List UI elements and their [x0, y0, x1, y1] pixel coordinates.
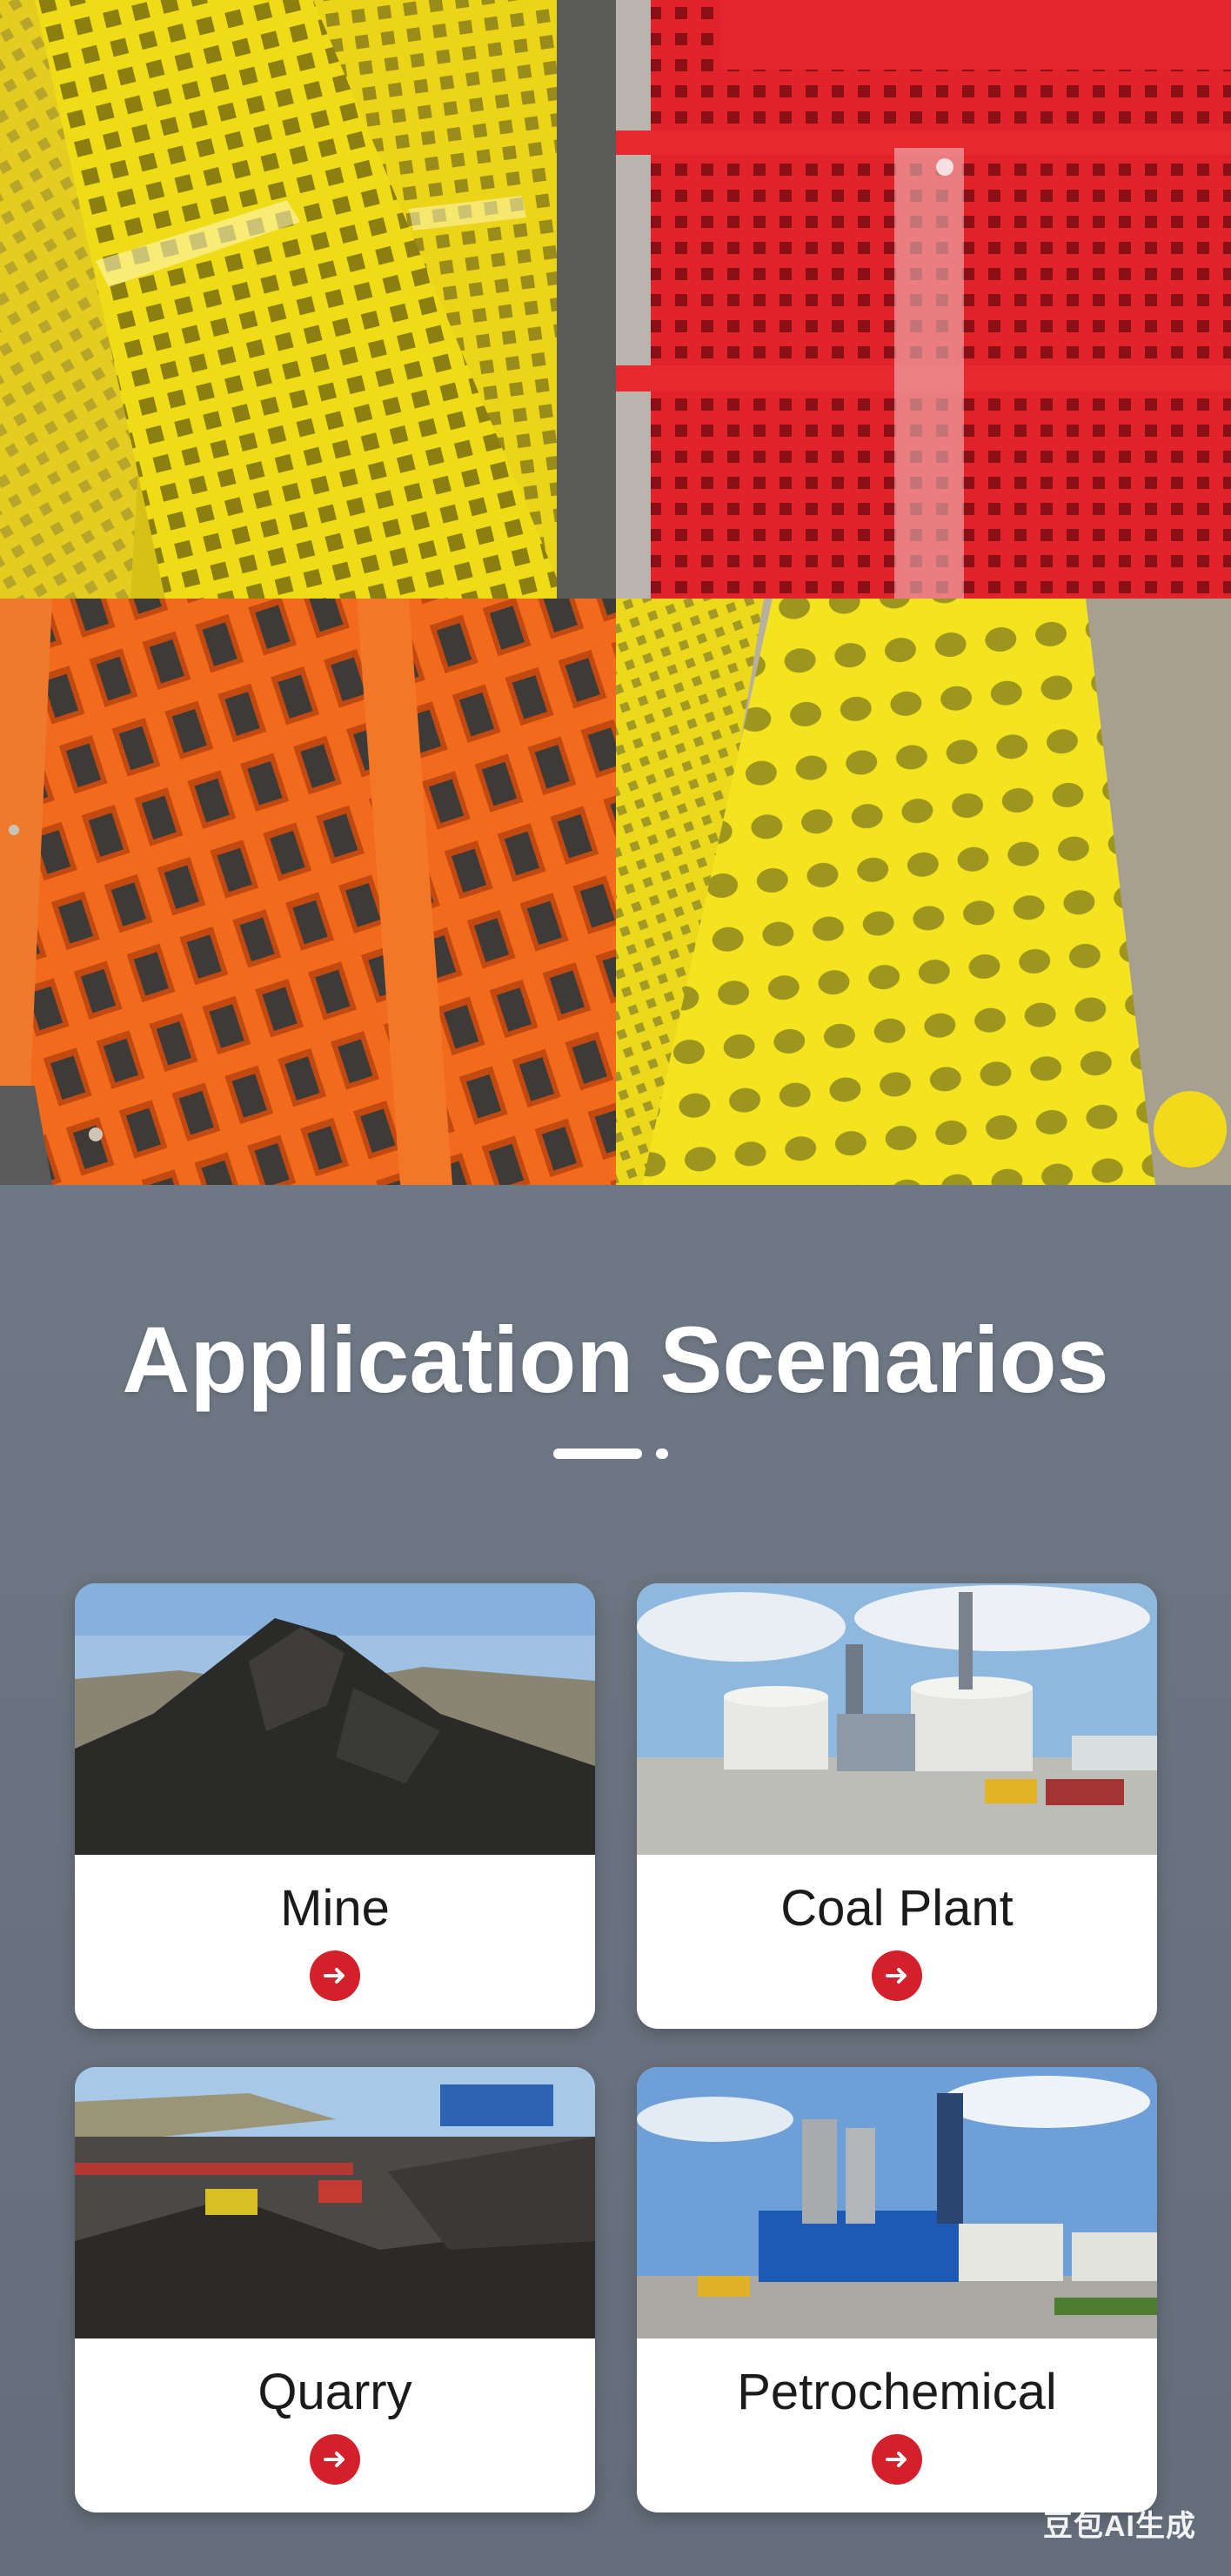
orange-rectangular-mesh-panel-photo [0, 599, 616, 1185]
quarry-site-photo [75, 2067, 595, 2338]
scenario-card-mine[interactable]: Mine [75, 1583, 595, 2029]
title-underline-dot [656, 1449, 668, 1459]
yellow-round-hole-panel-photo [616, 599, 1231, 1185]
arrow-right-icon[interactable] [310, 1950, 360, 2001]
industrial-plant-photo [637, 1583, 1157, 1855]
coal-pile-photo [75, 1583, 595, 1855]
scenario-card-quarry[interactable]: Quarry [75, 2067, 595, 2512]
arrow-right-icon[interactable] [872, 1950, 922, 2001]
title-underline [553, 1449, 642, 1459]
scenario-card-coal-plant[interactable]: Coal Plant [637, 1583, 1157, 2029]
watermark-label: 豆包AI生成 [1043, 2510, 1196, 2543]
arrow-right-icon[interactable] [310, 2434, 360, 2485]
card-label: Petrochemical [737, 2364, 1057, 2420]
card-label: Mine [280, 1880, 390, 1937]
product-photo-grid [0, 0, 1231, 1185]
scenario-card-petrochemical[interactable]: Petrochemical [637, 2067, 1157, 2512]
card-label: Coal Plant [780, 1880, 1014, 1937]
card-label: Quarry [258, 2364, 412, 2420]
section-title: Application Scenarios [122, 1307, 1109, 1412]
petrochemical-plant-photo [637, 2067, 1157, 2338]
yellow-square-mesh-panel-photo [0, 0, 616, 599]
red-square-mesh-panel-photo [616, 0, 1231, 599]
arrow-right-icon[interactable] [872, 2434, 922, 2485]
application-scenarios-section: Application Scenarios Mine Coal Plant Qu… [0, 1185, 1231, 2576]
